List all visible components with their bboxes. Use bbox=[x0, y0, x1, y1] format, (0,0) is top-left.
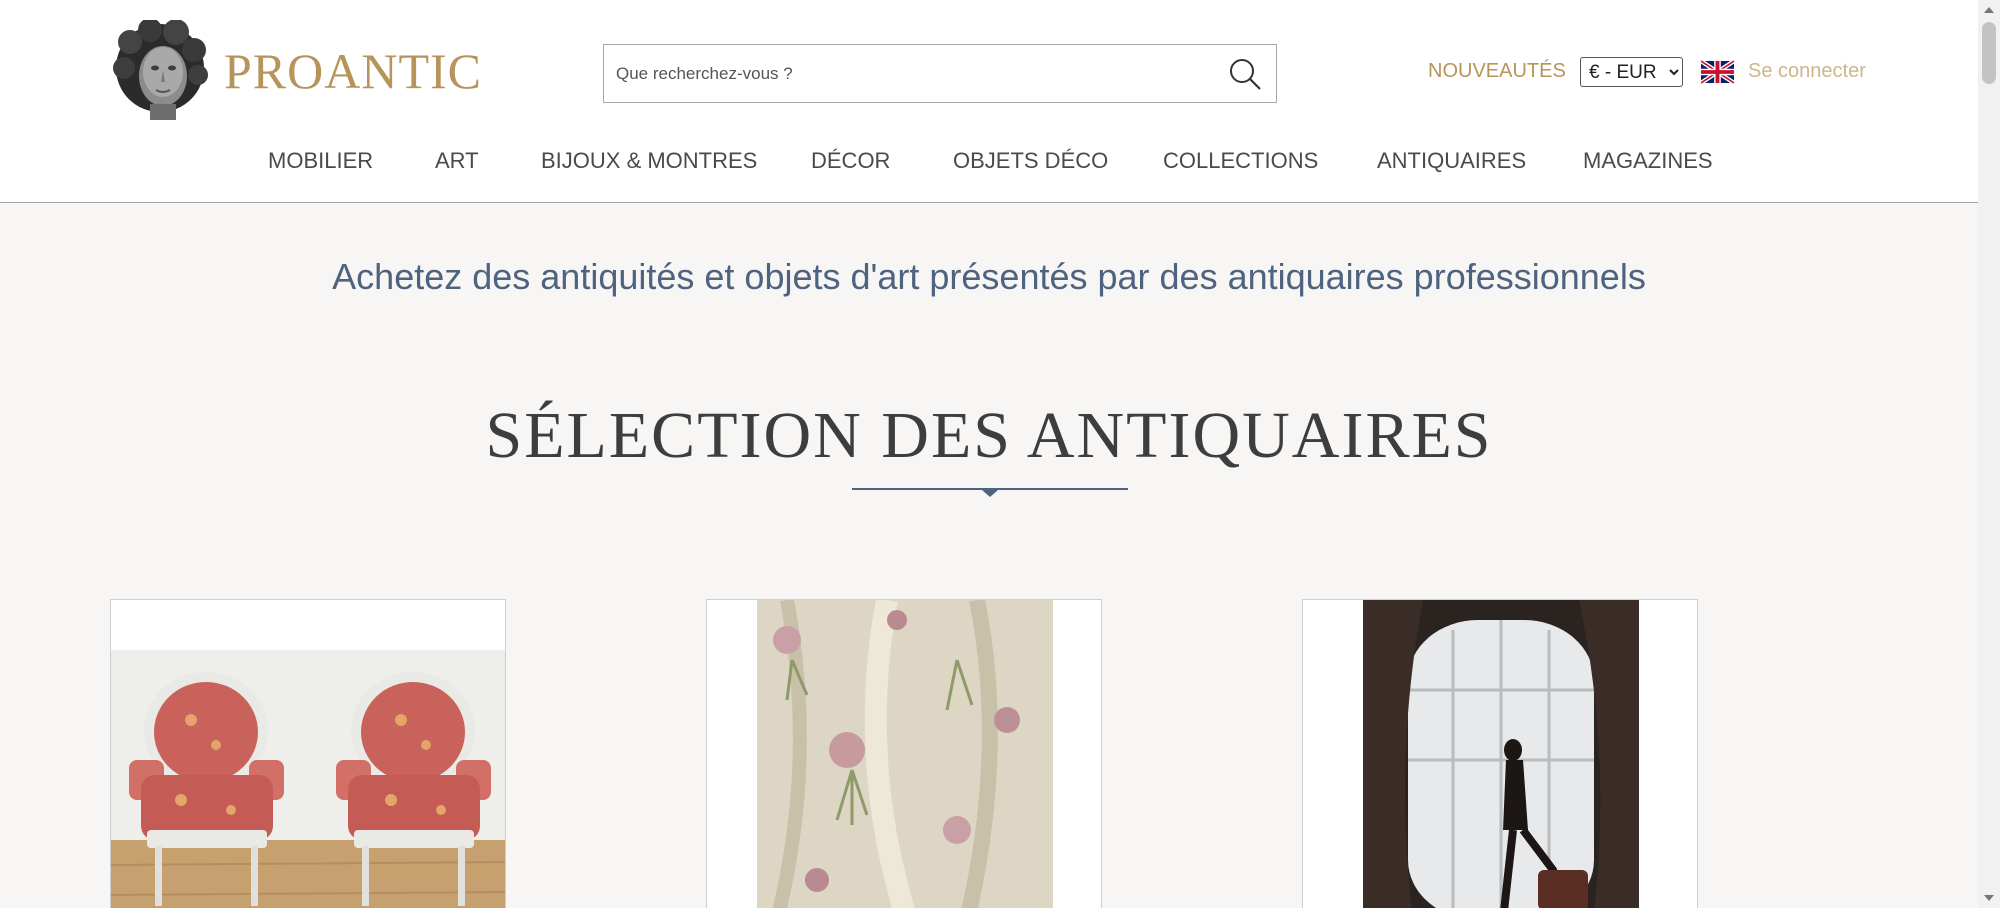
product-card-photograph[interactable] bbox=[1302, 599, 1698, 908]
scroll-thumb[interactable] bbox=[1982, 22, 1996, 84]
nav-item-mobilier[interactable]: MOBILIER bbox=[268, 148, 373, 174]
search-input[interactable] bbox=[604, 45, 1204, 102]
main-nav: MOBILIER ART BIJOUX & MONTRES DÉCOR OBJE… bbox=[0, 148, 1978, 178]
product-card-armchairs[interactable] bbox=[110, 599, 506, 908]
nav-item-art[interactable]: ART bbox=[435, 148, 479, 174]
nav-item-decor[interactable]: DÉCOR bbox=[811, 148, 890, 174]
login-link[interactable]: Se connecter bbox=[1748, 60, 1866, 83]
scroll-up-icon[interactable] bbox=[1984, 7, 1994, 13]
divider-arrow-icon bbox=[982, 490, 998, 497]
product-card-fabric[interactable] bbox=[706, 599, 1102, 908]
nav-item-objets-deco[interactable]: OBJETS DÉCO bbox=[953, 148, 1108, 174]
page-scrollbar[interactable] bbox=[1978, 0, 2000, 908]
tagline: Achetez des antiquités et objets d'art p… bbox=[332, 256, 1646, 297]
fabric-image bbox=[757, 600, 1053, 908]
uk-flag-icon[interactable] bbox=[1701, 60, 1734, 84]
scroll-down-icon[interactable] bbox=[1984, 895, 1994, 901]
search-icon[interactable] bbox=[1228, 57, 1262, 91]
logo[interactable]: PROANTIC bbox=[110, 20, 482, 122]
photograph-image bbox=[1363, 600, 1639, 908]
section-title: SÉLECTION DES ANTIQUAIRES bbox=[485, 399, 1493, 472]
nav-item-bijoux-montres[interactable]: BIJOUX & MONTRES bbox=[541, 148, 757, 174]
bust-logo-icon bbox=[113, 20, 208, 120]
site-header: PROANTIC NOUVEAUTÉS € - EUR Se connecter… bbox=[0, 0, 1978, 203]
nav-item-collections[interactable]: COLLECTIONS bbox=[1163, 148, 1318, 174]
currency-select[interactable]: € - EUR bbox=[1580, 57, 1683, 87]
armchairs-image bbox=[111, 650, 505, 908]
nav-item-antiquaires[interactable]: ANTIQUAIRES bbox=[1377, 148, 1526, 174]
nav-item-magazines[interactable]: MAGAZINES bbox=[1583, 148, 1713, 174]
search-bar bbox=[603, 44, 1277, 103]
brand-name: PROANTIC bbox=[224, 43, 483, 99]
nouveautes-link[interactable]: NOUVEAUTÉS bbox=[1428, 60, 1566, 83]
